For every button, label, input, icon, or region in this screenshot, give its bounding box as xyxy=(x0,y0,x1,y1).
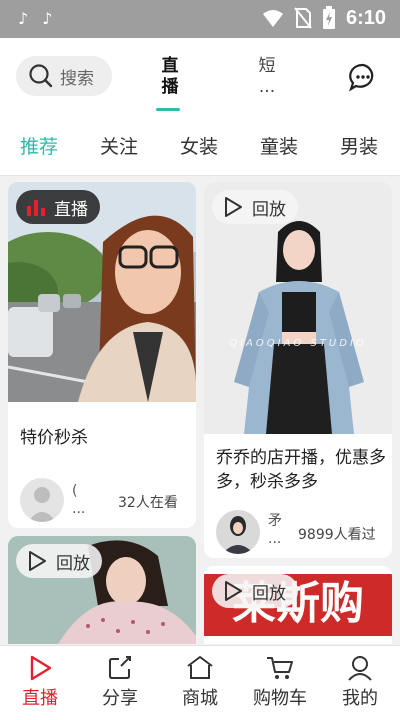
replay-badge: 回放 xyxy=(16,544,102,578)
search-label: 搜索 xyxy=(60,68,94,89)
status-bar: ♪ ♪ 6:10 xyxy=(0,0,400,38)
top-header: 搜索 直 播 短 ... xyxy=(0,38,400,114)
search-icon xyxy=(29,64,53,88)
tab-live-label-1: 直 xyxy=(161,56,179,76)
watermark-text: QIAOQIAO STUDIO xyxy=(229,338,367,349)
card-title: 乔乔的店开播，优惠多多，秒杀多多 xyxy=(216,448,386,492)
tab-short-video[interactable]: 短 ... xyxy=(255,56,279,98)
nav-cart[interactable]: 购物车 xyxy=(244,654,316,710)
cart-icon xyxy=(267,657,293,679)
play-icon xyxy=(225,581,242,601)
category-kids[interactable]: 童装 xyxy=(260,132,298,159)
active-tab-indicator xyxy=(156,108,180,111)
tab-live[interactable]: 直 播 xyxy=(156,56,182,111)
replay-card[interactable]: QIAOQIAO STUDIO 回放 乔乔的店开播，优惠多多，秒杀多多 矛 ..… xyxy=(204,182,392,558)
viewer-count: 32人在看 xyxy=(118,495,178,511)
battery-charging-icon xyxy=(322,6,335,29)
nav-live-label: 直播 xyxy=(22,688,58,709)
nav-live[interactable]: 直播 xyxy=(4,654,76,710)
message-button[interactable] xyxy=(348,62,378,92)
nav-share[interactable]: 分享 xyxy=(84,654,156,710)
replay-badge: 回放 xyxy=(212,190,298,224)
bottom-nav: 直播 分享 商城 购物车 我的 xyxy=(0,645,400,720)
replay-card[interactable]: 回放 xyxy=(8,536,196,644)
nav-mall[interactable]: 商城 xyxy=(164,654,236,710)
shop-name-line1: ( xyxy=(72,483,78,499)
tiktok-icon: ♪ xyxy=(42,9,53,28)
nav-profile[interactable]: 我的 xyxy=(324,654,396,710)
nav-profile-label: 我的 xyxy=(342,688,378,709)
live-badge: 直播 xyxy=(16,190,100,224)
category-bar: 推荐 关注 女装 童装 男装 xyxy=(0,114,400,176)
category-womens[interactable]: 女装 xyxy=(180,132,218,159)
profile-icon xyxy=(348,656,372,681)
shop-name: ( ... xyxy=(72,482,88,518)
live-bars-icon xyxy=(27,200,45,216)
avatar[interactable] xyxy=(216,510,260,554)
mall-icon xyxy=(187,656,213,679)
wifi-icon xyxy=(262,10,283,27)
shop-name-line1: 矛 xyxy=(268,513,282,529)
shop-name-line2: ... xyxy=(72,501,86,517)
chat-bubble-icon xyxy=(349,63,374,92)
nav-cart-label: 购物车 xyxy=(253,688,307,709)
replay-badge: 回放 xyxy=(212,574,298,608)
card-title: 特价秒杀 xyxy=(20,428,88,448)
shop-name: 矛 ... xyxy=(268,512,284,548)
tiktok-icon: ♪ xyxy=(18,9,29,28)
replay-badge-label: 回放 xyxy=(252,199,286,220)
nav-mall-label: 商城 xyxy=(182,688,218,709)
tab-short-label-1: 短 xyxy=(258,56,276,76)
category-recommend[interactable]: 推荐 xyxy=(20,132,58,159)
live-card[interactable]: 直播 特价秒杀 ( ... 32人在看 xyxy=(8,182,196,528)
share-icon xyxy=(109,656,131,679)
live-icon xyxy=(30,655,52,681)
shop-name-line2: ... xyxy=(268,531,282,547)
replay-card[interactable]: 莱斯购 回放 xyxy=(204,566,392,644)
viewer-count: 9899人看过 xyxy=(298,527,376,543)
tab-live-label-2: 播 xyxy=(161,77,179,97)
search-button[interactable]: 搜索 xyxy=(16,56,112,96)
category-following[interactable]: 关注 xyxy=(100,132,138,159)
clock: 6:10 xyxy=(345,6,386,29)
replay-badge-label: 回放 xyxy=(252,583,286,604)
live-badge-label: 直播 xyxy=(54,199,88,220)
replay-badge-label: 回放 xyxy=(56,553,90,574)
no-sim-icon xyxy=(294,7,312,29)
play-icon xyxy=(225,197,242,217)
avatar[interactable] xyxy=(20,478,64,522)
play-icon xyxy=(29,551,46,571)
category-mens[interactable]: 男装 xyxy=(340,132,378,159)
tab-short-label-2: ... xyxy=(258,77,276,97)
nav-share-label: 分享 xyxy=(102,688,138,709)
